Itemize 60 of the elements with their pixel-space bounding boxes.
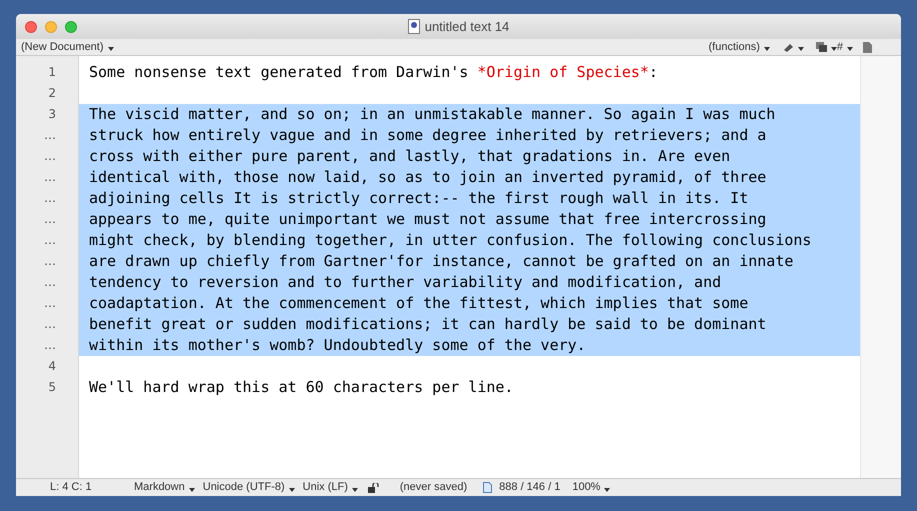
line-number: 2 — [48, 85, 56, 102]
caret-icon — [352, 488, 358, 492]
text-line: coadaptation. At the commencement of the fittest, which implies that some — [89, 294, 748, 312]
line-number: … — [44, 274, 56, 291]
line-number: … — [44, 169, 56, 186]
line-number: … — [44, 337, 56, 354]
text-line: cross with either pure parent, and lastly, that gradations in. Are even — [89, 147, 730, 165]
text-line: benefit great or sudden modifications; it can hardly be said to be dominant — [89, 315, 766, 333]
document-counts: 888 / 146 / 1 — [499, 480, 560, 496]
line-number: … — [44, 190, 56, 207]
text-line: tendency to reversion and to further variability and modification, and — [89, 273, 722, 291]
text-line: struck how entirely vague and in some degree inherited by retrievers; and a — [89, 126, 766, 144]
line-number: … — [44, 232, 56, 249]
stack-menu-button[interactable] — [816, 42, 837, 52]
hash-popup[interactable]: # — [836, 38, 853, 56]
document-icon — [483, 482, 492, 493]
line-number: 5 — [48, 379, 56, 396]
caret-icon — [830, 47, 837, 51]
text-line: Some nonsense text generated from Darwin's *Origin of Species*: — [89, 63, 658, 81]
caret-icon — [188, 488, 195, 492]
marker-icon — [782, 42, 794, 52]
document-icon[interactable] — [863, 42, 872, 52]
caret-icon — [288, 488, 295, 492]
window-title: untitled text 14 — [424, 18, 510, 36]
stack-icon — [816, 42, 827, 52]
line-number: … — [44, 148, 56, 165]
zoom-popup[interactable]: 100% — [572, 479, 610, 496]
language-popup[interactable]: Markdown — [134, 479, 195, 496]
line-number: … — [44, 316, 56, 333]
text-line: We'll hard wrap this at 60 characters per line. — [89, 378, 514, 396]
caret-icon — [798, 47, 804, 51]
zoom-button[interactable] — [65, 20, 77, 32]
text-line: might check, by blending together, in utter confusion. The following conclusions — [89, 231, 812, 249]
line-number: 4 — [48, 358, 56, 375]
line-number: … — [44, 295, 56, 312]
document-icon — [408, 19, 420, 34]
text-line: within its mother's womb? Undoubtedly some of the very. — [89, 336, 586, 354]
line-number: … — [44, 127, 56, 144]
cursor-position: L: 4 C: 1 — [50, 480, 93, 496]
document-popup[interactable]: (New Document) — [21, 38, 114, 56]
line-number: … — [44, 211, 56, 228]
line-number: 3 — [48, 106, 56, 123]
caret-icon — [847, 47, 853, 51]
line-number: … — [44, 253, 56, 270]
encoding-popup[interactable]: Unicode (UTF-8) — [202, 479, 295, 496]
functions-popup[interactable]: (functions) — [708, 38, 770, 56]
close-button[interactable] — [25, 20, 37, 32]
text-line: The viscid matter, and so on; in an unmistakable manner. So again I was much — [89, 105, 776, 123]
text-line: appears to me, quite unimportant we must not assume that free intercrossing — [89, 210, 766, 228]
save-status: (never saved) — [400, 480, 468, 496]
line-endings-popup[interactable]: Unix (LF) — [302, 479, 358, 496]
text-line: identical with, those now laid, so as to join an inverted pyramid, of three — [89, 168, 766, 186]
caret-icon — [604, 488, 610, 492]
caret-icon — [108, 47, 114, 51]
line-number: 1 — [48, 64, 56, 81]
text-line: are drawn up chiefly from Gartner'for instance, cannot be grafted on an innate — [89, 252, 794, 270]
unlocked-icon[interactable] — [368, 482, 380, 492]
marker-menu-button[interactable] — [782, 42, 804, 52]
text-line: adjoining cells It is strictly correct:-- the first rough wall in its. It — [89, 189, 748, 207]
caret-icon — [764, 47, 770, 51]
